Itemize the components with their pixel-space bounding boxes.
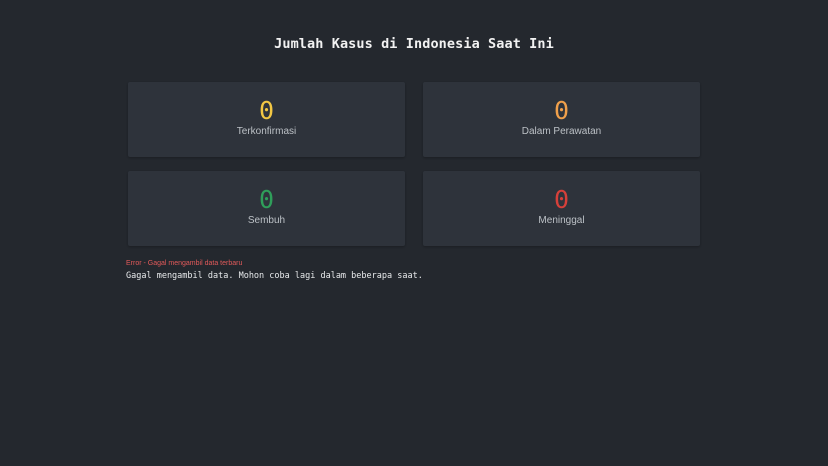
stat-label-deaths: Meninggal <box>538 215 585 226</box>
stat-value-deaths: 0 <box>553 185 570 214</box>
stat-label-treated: Dalam Perawatan <box>521 126 602 137</box>
stat-card-recovered: 0 Sembuh <box>128 171 405 246</box>
stat-value-recovered: 0 <box>258 185 275 214</box>
stat-label-recovered: Sembuh <box>247 215 286 226</box>
page: { "header": { "title": "Jumlah Kasus di … <box>0 0 828 466</box>
error-title: Error - Gagal mengambil data terbaru <box>126 260 243 267</box>
stat-card-treated: 0 Dalam Perawatan <box>423 82 700 157</box>
stat-value-treated: 0 <box>553 96 570 125</box>
stat-card-deaths: 0 Meninggal <box>423 171 700 246</box>
stat-label-confirmed: Terkonfirmasi <box>236 126 297 137</box>
error-message: Gagal mengambil data. Mohon coba lagi da… <box>126 271 423 281</box>
stat-card-confirmed: 0 Terkonfirmasi <box>128 82 405 157</box>
stat-value-confirmed: 0 <box>258 96 275 125</box>
page-title: Jumlah Kasus di Indonesia Saat Ini <box>274 36 554 52</box>
